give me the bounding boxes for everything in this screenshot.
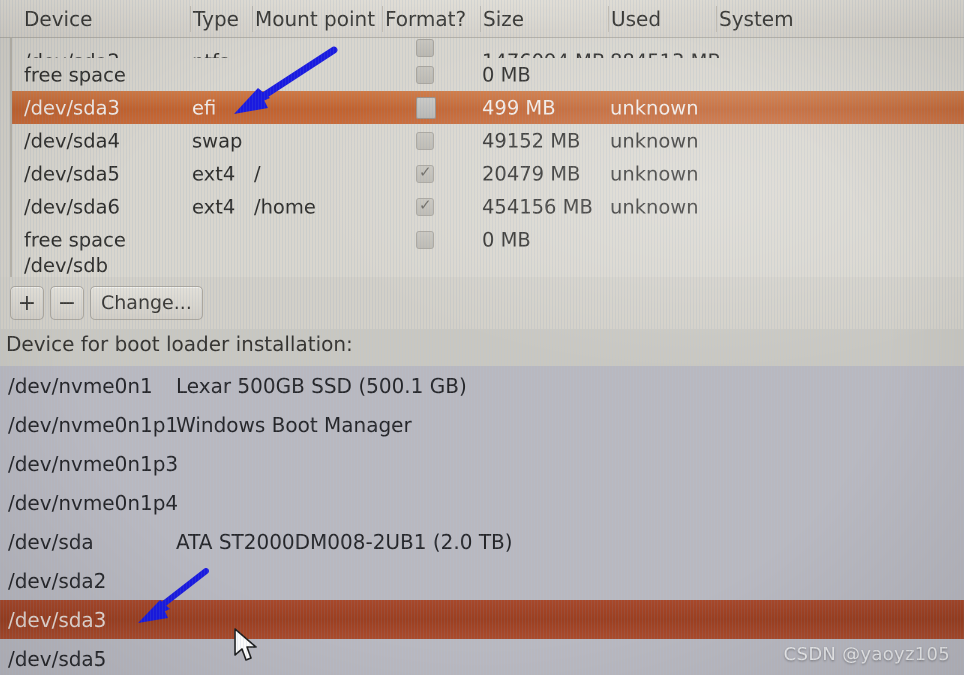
column-header-system[interactable]: System	[716, 5, 794, 32]
partition-cell-used: unknown	[610, 96, 699, 119]
format-checkbox[interactable]	[416, 131, 434, 150]
bootloader-device-list[interactable]: /dev/nvme0n1 Lexar 500GB SSD (500.1 GB)/d…	[0, 366, 964, 675]
partition-cell-type: ntfs	[192, 50, 229, 58]
partition-table-header: Device Type Mount point Format? Size Used Syst…	[0, 0, 964, 38]
bootloader-list-item[interactable]: /dev/sda3	[0, 600, 964, 639]
bootloader-device-name: /dev/nvme0n1p3	[8, 451, 179, 476]
bootloader-device-description: Lexar 500GB SSD (500.1 GB)	[176, 373, 467, 398]
column-header-mount[interactable]: Mount point	[252, 5, 375, 32]
add-partition-button[interactable]: +	[10, 286, 44, 320]
partition-row[interactable]: /dev/sda5 ext4 / 20479 MB unknown	[12, 157, 964, 190]
watermark: CSDN @yaoyz105	[783, 644, 950, 665]
partition-row[interactable]: /dev/sda4 swap 49152 MB unknown	[12, 124, 964, 157]
column-header-size[interactable]: Size	[480, 5, 524, 32]
bootloader-device-description: ATA ST2000DM008-2UB1 (2.0 TB)	[176, 529, 513, 554]
bootloader-list-item[interactable]: /dev/nvme0n1p3	[0, 444, 964, 483]
partition-cell-type: efi	[192, 96, 217, 119]
partition-cell-type: ext4	[192, 195, 236, 218]
partition-cell-size: 1476094 MB	[482, 50, 605, 58]
partition-cell-used: unknown	[610, 195, 699, 218]
bootloader-list-item[interactable]: /dev/sda ATA ST2000DM008-2UB1 (2.0 TB)	[0, 522, 964, 561]
column-header-device[interactable]: Device	[22, 7, 92, 31]
partition-cell-size: 499 MB	[482, 96, 556, 119]
format-checkbox[interactable]	[416, 96, 436, 119]
format-checkbox[interactable]	[416, 163, 434, 183]
change-partition-button[interactable]: Change...	[90, 286, 203, 320]
partition-table-panel: Device Type Mount point Format? Size Used Syst…	[0, 0, 964, 277]
format-checkbox[interactable]	[416, 230, 434, 249]
partition-cell-mount: /home	[254, 195, 316, 218]
partition-row[interactable]: free space 0 MB	[12, 223, 964, 256]
partition-row[interactable]: free space 0 MB	[12, 58, 964, 91]
bootloader-list-item[interactable]: /dev/nvme0n1p4	[0, 483, 964, 522]
bootloader-device-name: /dev/nvme0n1p4	[8, 490, 179, 515]
partition-cell-device: /dev/sda3	[24, 96, 120, 119]
bootloader-device-name: /dev/nvme0n1p1	[8, 412, 179, 437]
bootloader-device-name: /dev/nvme0n1	[8, 373, 153, 398]
partition-cell-size: 454156 MB	[482, 195, 593, 218]
partition-row[interactable]: /dev/sda3 efi 499 MB unknown	[12, 91, 964, 124]
bootloader-device-name: /dev/sda5	[8, 646, 107, 671]
partition-table-body[interactable]: /dev/sda2ntfs1476094 MB884513 MBfree spa…	[10, 38, 964, 277]
bootloader-device-name: /dev/sda2	[8, 568, 107, 593]
bootloader-device-description: Windows Boot Manager	[176, 412, 412, 437]
bootloader-list-item[interactable]: /dev/nvme0n1 Lexar 500GB SSD (500.1 GB)	[0, 366, 964, 405]
column-header-type[interactable]: Type	[190, 5, 239, 32]
installer-screen: Device Type Mount point Format? Size Used Syst…	[0, 0, 964, 675]
bootloader-label: Device for boot loader installation:	[6, 332, 353, 356]
remove-partition-button[interactable]: −	[50, 286, 84, 320]
column-header-used[interactable]: Used	[608, 5, 661, 32]
bootloader-list-item[interactable]: /dev/sda2	[0, 561, 964, 600]
format-checkbox[interactable]	[416, 65, 434, 84]
partition-cell-device: /dev/sda2	[24, 50, 120, 58]
format-checkbox[interactable]	[416, 196, 434, 216]
partition-cell-device: /dev/sda6	[24, 195, 120, 218]
partition-row[interactable]: /dev/sda6 ext4/home 454156 MB unknown	[12, 190, 964, 223]
partition-cell-mount: /	[254, 162, 261, 185]
partition-cell-size: 20479 MB	[482, 162, 581, 185]
bootloader-list-item[interactable]: /dev/nvme0n1p1 Windows Boot Manager	[0, 405, 964, 444]
bootloader-device-name: /dev/sda	[8, 529, 94, 554]
partition-cell-used: unknown	[610, 162, 699, 185]
partition-cell-size: 0 MB	[482, 228, 531, 251]
column-header-format[interactable]: Format?	[382, 5, 466, 32]
partition-cell-size: 49152 MB	[482, 129, 581, 152]
partition-cell-size: 0 MB	[482, 63, 531, 86]
partition-cell-device: free space	[24, 228, 126, 251]
partition-cell-type: ext4	[192, 162, 236, 185]
partition-cell-device: free space	[24, 63, 126, 86]
partition-cell-used: 884513 MB	[610, 50, 721, 58]
partition-row[interactable]: /dev/sdb	[12, 256, 964, 277]
partition-cell-type: swap	[192, 129, 243, 152]
partition-toolbar: + − Change...	[0, 277, 964, 329]
partition-row[interactable]: /dev/sda2 ntfs 1476094 MB 884513 MB	[12, 38, 964, 58]
partition-cell-device: /dev/sda5	[24, 162, 120, 185]
partition-cell-device: /dev/sdb	[24, 256, 108, 277]
partition-cell-used: unknown	[610, 129, 699, 152]
partition-cell-device: /dev/sda4	[24, 129, 120, 152]
format-checkbox[interactable]	[416, 39, 434, 57]
bootloader-device-name: /dev/sda3	[8, 607, 107, 632]
